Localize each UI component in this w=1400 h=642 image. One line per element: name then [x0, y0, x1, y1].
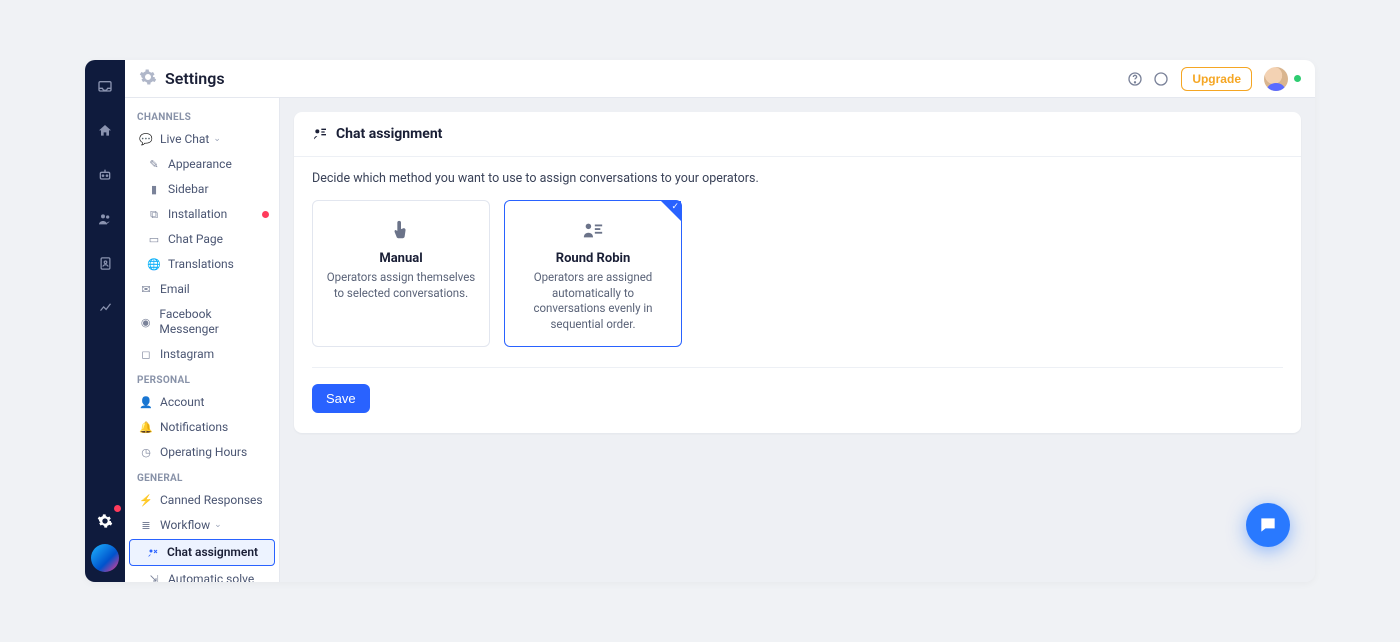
laptop-icon: ▭ — [147, 232, 161, 247]
chat-assignment-card: Chat assignment Decide which method you … — [294, 112, 1301, 433]
nav-chat-assignment[interactable]: Chat assignment — [129, 539, 275, 566]
assignment-icon — [312, 126, 328, 142]
card-description: Decide which method you want to use to a… — [312, 171, 1283, 186]
rail-users-icon[interactable] — [90, 204, 120, 234]
clock-icon: ◷ — [139, 445, 153, 460]
content-area: Chat assignment Decide which method you … — [280, 98, 1315, 582]
nav-installation[interactable]: ⧉ Installation — [125, 202, 279, 227]
body: CHANNELS 💬 Live Chat ⌄ ✎ Appearance ▮ Si… — [125, 98, 1315, 582]
assignment-options: Manual Operators assign themselves to se… — [312, 200, 1283, 368]
nav-label: Instagram — [160, 347, 214, 362]
nav-operating-hours[interactable]: ◷ Operating Hours — [125, 440, 279, 465]
nav-label: Live Chat — [160, 132, 209, 147]
rail-contacts-icon[interactable] — [90, 248, 120, 278]
link-icon: ⧉ — [147, 207, 161, 222]
section-header-general: GENERAL — [125, 465, 279, 488]
nav-workflow[interactable]: ≣ Workflow ⌄ — [125, 513, 279, 538]
nav-label: Account — [160, 395, 204, 410]
option-desc: Operators assign themselves to selected … — [325, 270, 477, 301]
bolt-icon: ⚡ — [139, 493, 153, 508]
nav-label: Chat Page — [168, 232, 223, 247]
nav-label: Notifications — [160, 420, 228, 435]
tap-icon — [325, 219, 477, 241]
nav-instagram[interactable]: ◻ Instagram — [125, 342, 279, 367]
floating-chat-button[interactable] — [1246, 503, 1290, 547]
option-title: Round Robin — [517, 251, 669, 266]
instagram-icon: ◻ — [139, 347, 153, 362]
nav-live-chat[interactable]: 💬 Live Chat ⌄ — [125, 127, 279, 152]
nav-label: Operating Hours — [160, 445, 247, 460]
card-title: Chat assignment — [336, 126, 442, 142]
option-desc: Operators are assigned automatically to … — [517, 270, 669, 332]
card-body: Decide which method you want to use to a… — [294, 157, 1301, 433]
nav-automatic-solve[interactable]: ⇲ Automatic solve — [125, 567, 279, 582]
chevron-down-icon: ⌄ — [213, 132, 221, 147]
option-manual[interactable]: Manual Operators assign themselves to se… — [312, 200, 490, 347]
workflow-icon: ≣ — [139, 518, 153, 533]
nav-label: Appearance — [168, 157, 232, 172]
rail-inbox-icon[interactable] — [90, 72, 120, 102]
solve-icon: ⇲ — [147, 572, 161, 582]
main-column: Settings Upgrade CHANNELS 💬 Live Chat — [125, 60, 1315, 582]
pencil-icon: ✎ — [147, 157, 161, 172]
nav-label: Installation — [168, 207, 227, 222]
nav-sidebar[interactable]: ▮ Sidebar — [125, 177, 279, 202]
page-title: Settings — [165, 69, 225, 88]
nav-label: Workflow — [160, 518, 210, 533]
nav-chat-page[interactable]: ▭ Chat Page — [125, 227, 279, 252]
rail-settings-badge — [114, 505, 121, 512]
assignment-icon — [146, 547, 160, 559]
nav-label: Automatic solve — [168, 572, 254, 582]
page-header: Settings Upgrade — [125, 60, 1315, 98]
save-button[interactable]: Save — [312, 384, 370, 413]
mail-icon: ✉ — [139, 282, 153, 297]
rail-home-icon[interactable] — [90, 116, 120, 146]
help-icon[interactable] — [1127, 71, 1143, 87]
nav-appearance[interactable]: ✎ Appearance — [125, 152, 279, 177]
chat-icon: 💬 — [139, 132, 153, 147]
nav-translations[interactable]: 🌐 Translations — [125, 252, 279, 277]
nav-email[interactable]: ✉ Email — [125, 277, 279, 302]
notification-icon[interactable] — [1153, 71, 1169, 87]
option-round-robin[interactable]: Round Robin Operators are assigned autom… — [504, 200, 682, 347]
user-icon: 👤 — [139, 395, 153, 410]
nav-label: Translations — [168, 257, 234, 272]
section-header-personal: PERSONAL — [125, 367, 279, 390]
user-avatar[interactable] — [1264, 67, 1288, 91]
chevron-down-icon: ⌄ — [214, 518, 222, 533]
status-online-dot — [1294, 75, 1301, 82]
nav-notifications[interactable]: 🔔 Notifications — [125, 415, 279, 440]
rail-settings-icon[interactable] — [90, 506, 120, 536]
chat-bubble-icon — [1258, 515, 1278, 535]
settings-sidebar: CHANNELS 💬 Live Chat ⌄ ✎ Appearance ▮ Si… — [125, 98, 280, 582]
nav-label: Sidebar — [168, 182, 209, 197]
round-robin-icon — [517, 219, 669, 241]
bell-icon: 🔔 — [139, 420, 153, 435]
nav-canned-responses[interactable]: ⚡ Canned Responses — [125, 488, 279, 513]
rail-bot-icon[interactable] — [90, 160, 120, 190]
option-title: Manual — [325, 251, 477, 266]
globe-icon: 🌐 — [147, 257, 161, 272]
section-header-channels: CHANNELS — [125, 104, 279, 127]
nav-facebook-messenger[interactable]: ◉ Facebook Messenger — [125, 302, 279, 342]
nav-account[interactable]: 👤 Account — [125, 390, 279, 415]
alert-dot — [262, 211, 269, 218]
nav-label: Canned Responses — [160, 493, 263, 508]
rail-analytics-icon[interactable] — [90, 292, 120, 322]
nav-label: Email — [160, 282, 190, 297]
bookmark-icon: ▮ — [147, 182, 161, 197]
icon-rail — [85, 60, 125, 582]
upgrade-button[interactable]: Upgrade — [1181, 67, 1252, 91]
messenger-icon: ◉ — [139, 315, 152, 330]
rail-app-logo[interactable] — [91, 544, 119, 572]
header-gear-icon — [139, 68, 157, 90]
selected-check-icon — [661, 201, 681, 221]
nav-label: Facebook Messenger — [159, 307, 269, 337]
nav-label: Chat assignment — [167, 545, 258, 560]
app-window: Settings Upgrade CHANNELS 💬 Live Chat — [85, 60, 1315, 582]
card-header: Chat assignment — [294, 112, 1301, 157]
